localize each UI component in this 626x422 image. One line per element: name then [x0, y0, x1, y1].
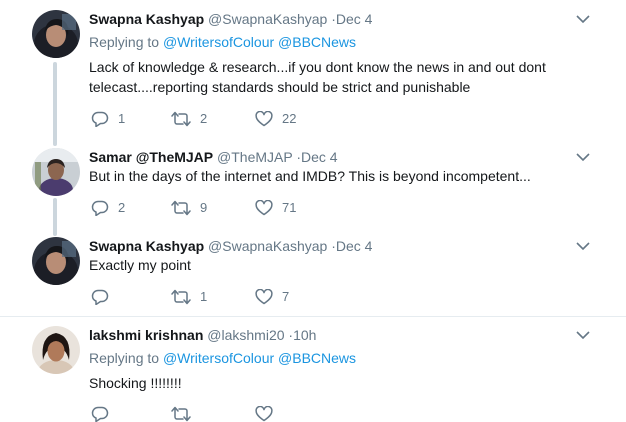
tweet[interactable]: lakshmi krishnan @lakshmi20 ·10h Replyin… — [0, 317, 626, 422]
handle[interactable]: @lakshmi20 — [207, 327, 284, 343]
avatar[interactable] — [32, 10, 80, 58]
display-name[interactable]: lakshmi krishnan — [89, 327, 203, 343]
tweet[interactable]: Swapna Kashyap @SwapnaKashyap ·Dec 4 Exa… — [0, 230, 626, 316]
avatar[interactable] — [32, 237, 80, 285]
replying-to-label: Replying to — [89, 350, 160, 366]
mention-link[interactable]: @WritersofColour — [163, 34, 274, 50]
tweet-header: Samar @TheMJAP @TheMJAP ·Dec 4 — [89, 148, 338, 166]
tweet-header: lakshmi krishnan @lakshmi20 ·10h — [89, 326, 316, 344]
chevron-down-icon[interactable] — [576, 14, 590, 24]
display-name[interactable]: Swapna Kashyap — [89, 238, 204, 254]
retweet-button[interactable]: 2 — [171, 110, 207, 128]
timestamp[interactable]: ·Dec 4 — [296, 149, 337, 165]
mention-link[interactable]: @BBCNews — [278, 34, 356, 50]
heart-icon — [255, 289, 273, 305]
reply-icon — [91, 406, 109, 422]
tweet-text: Lack of knowledge & research...if you do… — [89, 59, 546, 95]
heart-icon — [255, 406, 273, 422]
like-count: 22 — [282, 111, 297, 126]
reply-count: 1 — [118, 111, 126, 126]
tweet-header: Swapna Kashyap @SwapnaKashyap ·Dec 4 — [89, 10, 372, 28]
retweet-icon — [171, 111, 191, 127]
retweet-count: 2 — [200, 111, 208, 126]
replying-to-label: Replying to — [89, 34, 160, 50]
retweet-count: 9 — [200, 200, 208, 215]
tweet-actions: 2 9 71 — [91, 199, 391, 217]
mention-link[interactable]: @WritersofColour — [163, 350, 274, 366]
heart-icon — [255, 200, 273, 216]
retweet-button[interactable] — [171, 405, 191, 422]
tweet-text: Shocking !!!!!!!! — [89, 375, 182, 391]
retweet-button[interactable]: 9 — [171, 199, 207, 217]
retweet-icon — [171, 289, 191, 305]
tweet-header: Swapna Kashyap @SwapnaKashyap ·Dec 4 — [89, 237, 372, 255]
handle[interactable]: @TheMJAP — [217, 149, 292, 165]
tweet-actions: 1 2 22 — [91, 110, 391, 128]
like-button[interactable]: 7 — [255, 288, 289, 306]
mention-link[interactable]: @BBCNews — [278, 350, 356, 366]
replying-to: Replying to @WritersofColour @BBCNews — [89, 33, 356, 51]
avatar[interactable] — [32, 326, 80, 374]
tweet-text: But in the days of the internet and IMDB… — [89, 168, 531, 184]
tweet-actions — [91, 405, 391, 422]
chevron-down-icon[interactable] — [576, 241, 590, 251]
reply-button[interactable] — [91, 288, 109, 306]
retweet-icon — [171, 200, 191, 216]
tweet-text: Exactly my point — [89, 257, 191, 273]
timestamp[interactable]: ·10h — [288, 327, 316, 343]
reply-icon — [91, 289, 109, 305]
retweet-button[interactable]: 1 — [171, 288, 207, 306]
reply-icon — [91, 200, 109, 216]
like-button[interactable] — [255, 405, 273, 422]
avatar[interactable] — [32, 148, 80, 196]
reply-button[interactable]: 2 — [91, 199, 125, 217]
like-count: 7 — [282, 289, 290, 304]
tweet[interactable]: Samar @TheMJAP @TheMJAP ·Dec 4 But in th… — [0, 140, 626, 230]
display-name[interactable]: Samar @TheMJAP — [89, 149, 213, 165]
chevron-down-icon[interactable] — [576, 152, 590, 162]
tweet[interactable]: Swapna Kashyap @SwapnaKashyap ·Dec 4 Rep… — [0, 0, 626, 140]
reply-icon — [91, 111, 109, 127]
like-count: 71 — [282, 200, 297, 215]
reply-count: 2 — [118, 200, 126, 215]
tweet-actions: 1 7 — [91, 288, 391, 306]
handle[interactable]: @SwapnaKashyap — [208, 238, 327, 254]
like-button[interactable]: 22 — [255, 110, 296, 128]
like-button[interactable]: 71 — [255, 199, 296, 217]
replying-to: Replying to @WritersofColour @BBCNews — [89, 349, 356, 367]
timestamp[interactable]: ·Dec 4 — [331, 238, 372, 254]
chevron-down-icon[interactable] — [576, 330, 590, 340]
timestamp[interactable]: ·Dec 4 — [331, 11, 372, 27]
retweet-count: 1 — [200, 289, 208, 304]
retweet-icon — [171, 406, 191, 422]
reply-button[interactable]: 1 — [91, 110, 125, 128]
heart-icon — [255, 111, 273, 127]
reply-button[interactable] — [91, 405, 109, 422]
display-name[interactable]: Swapna Kashyap — [89, 11, 204, 27]
handle[interactable]: @SwapnaKashyap — [208, 11, 327, 27]
